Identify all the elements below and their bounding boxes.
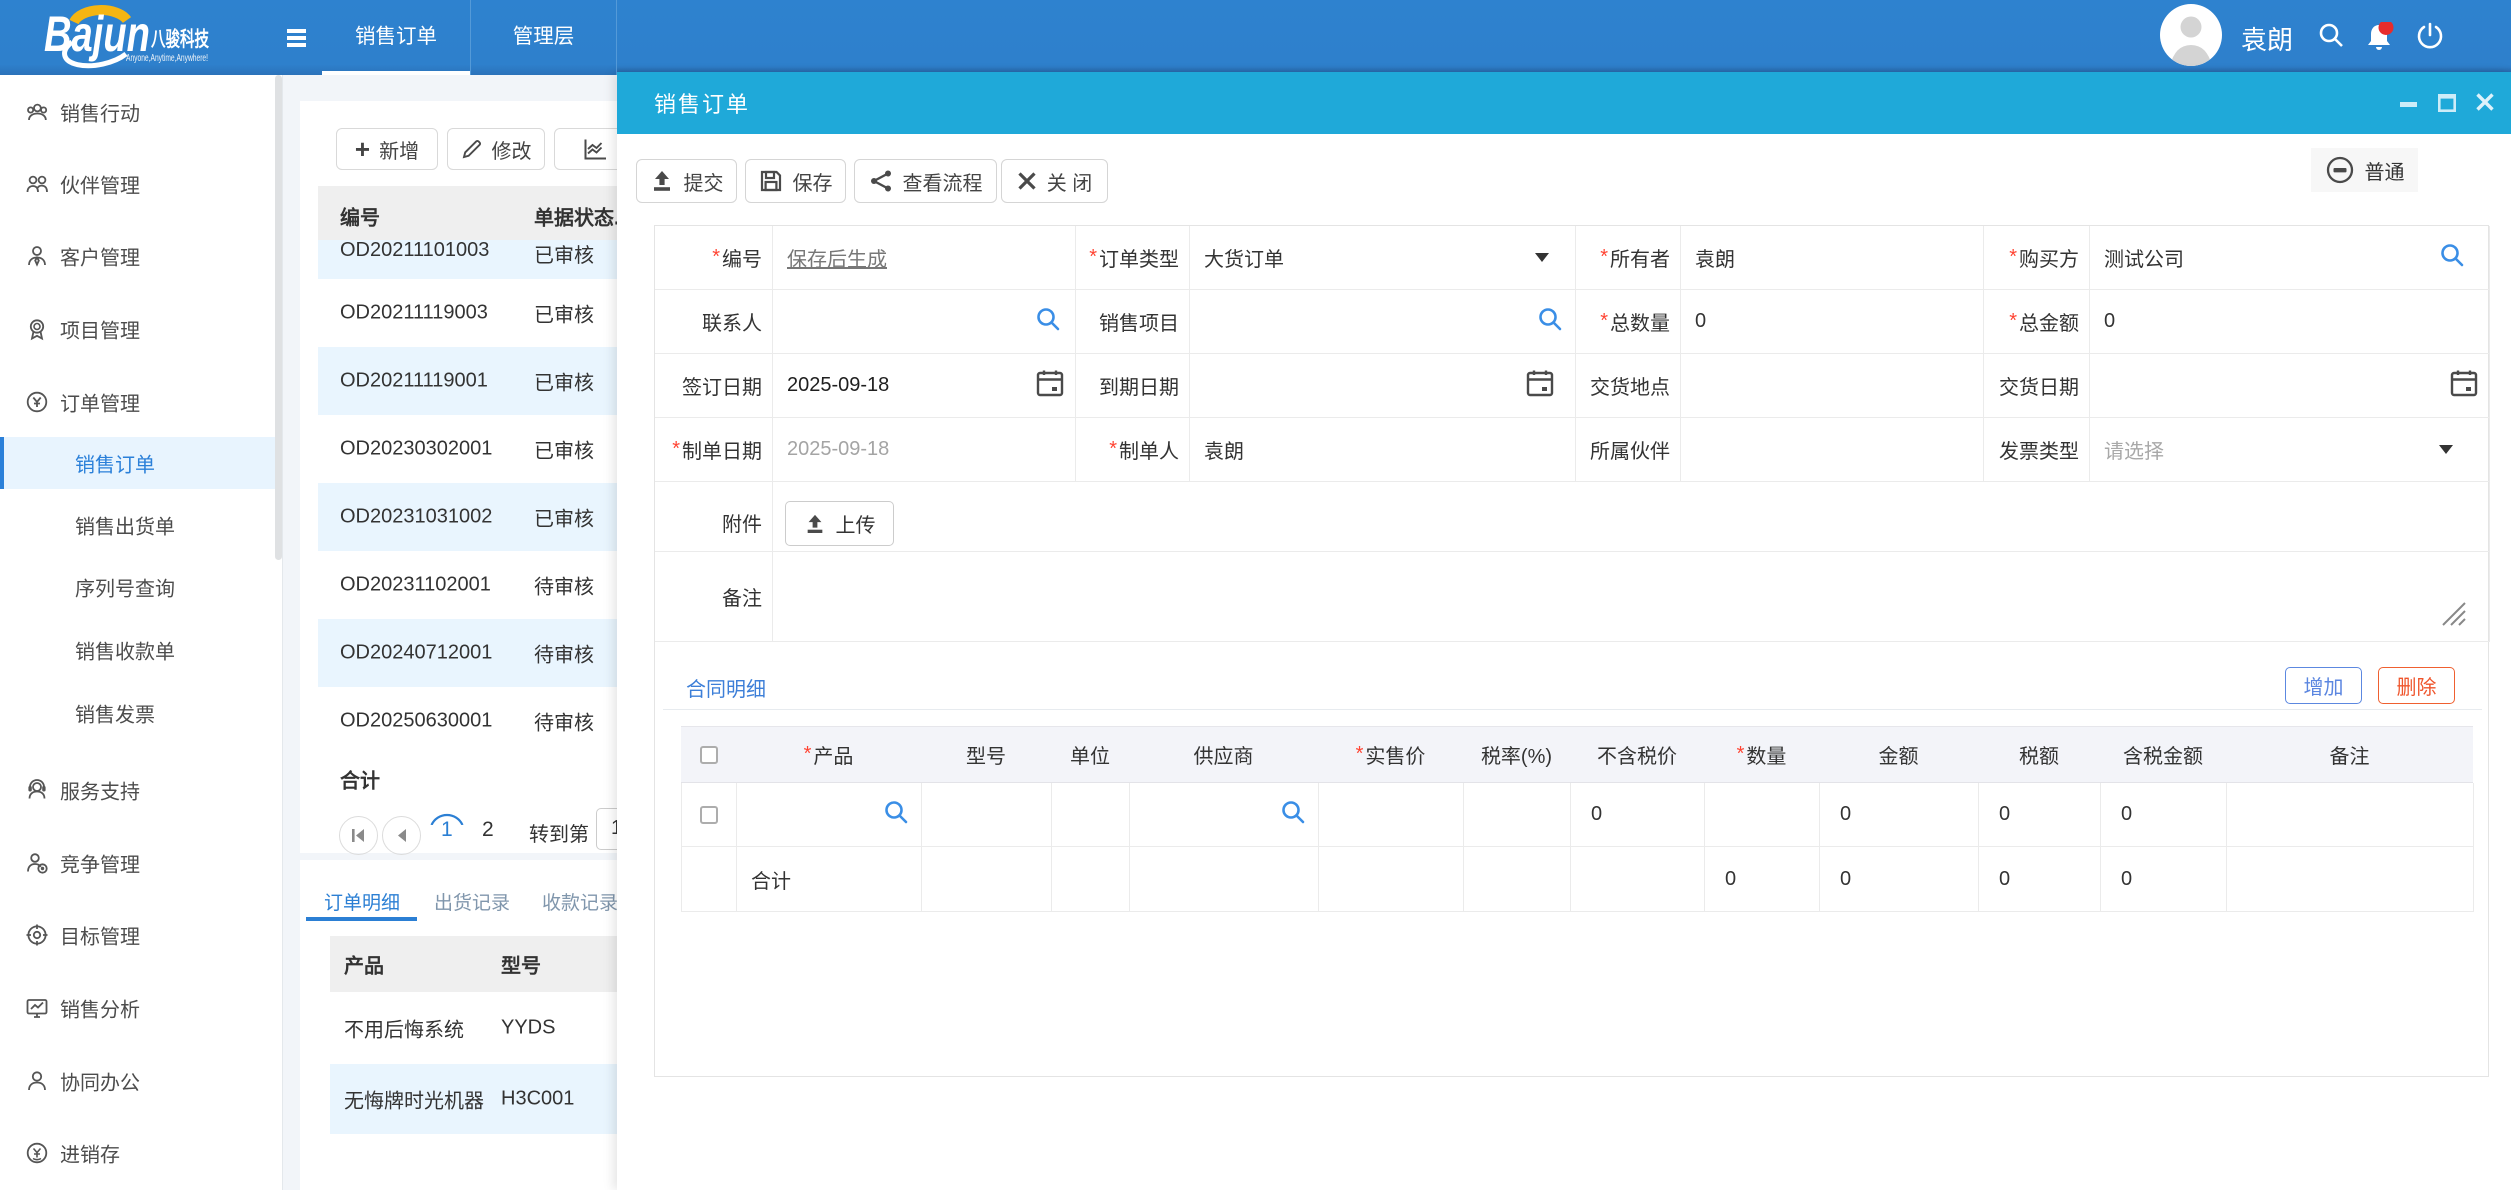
- svg-text:Anyone,Anytime,Anywhere!: Anyone,Anytime,Anywhere!: [126, 52, 208, 64]
- svg-text:八骏科技: 八骏科技: [151, 27, 209, 51]
